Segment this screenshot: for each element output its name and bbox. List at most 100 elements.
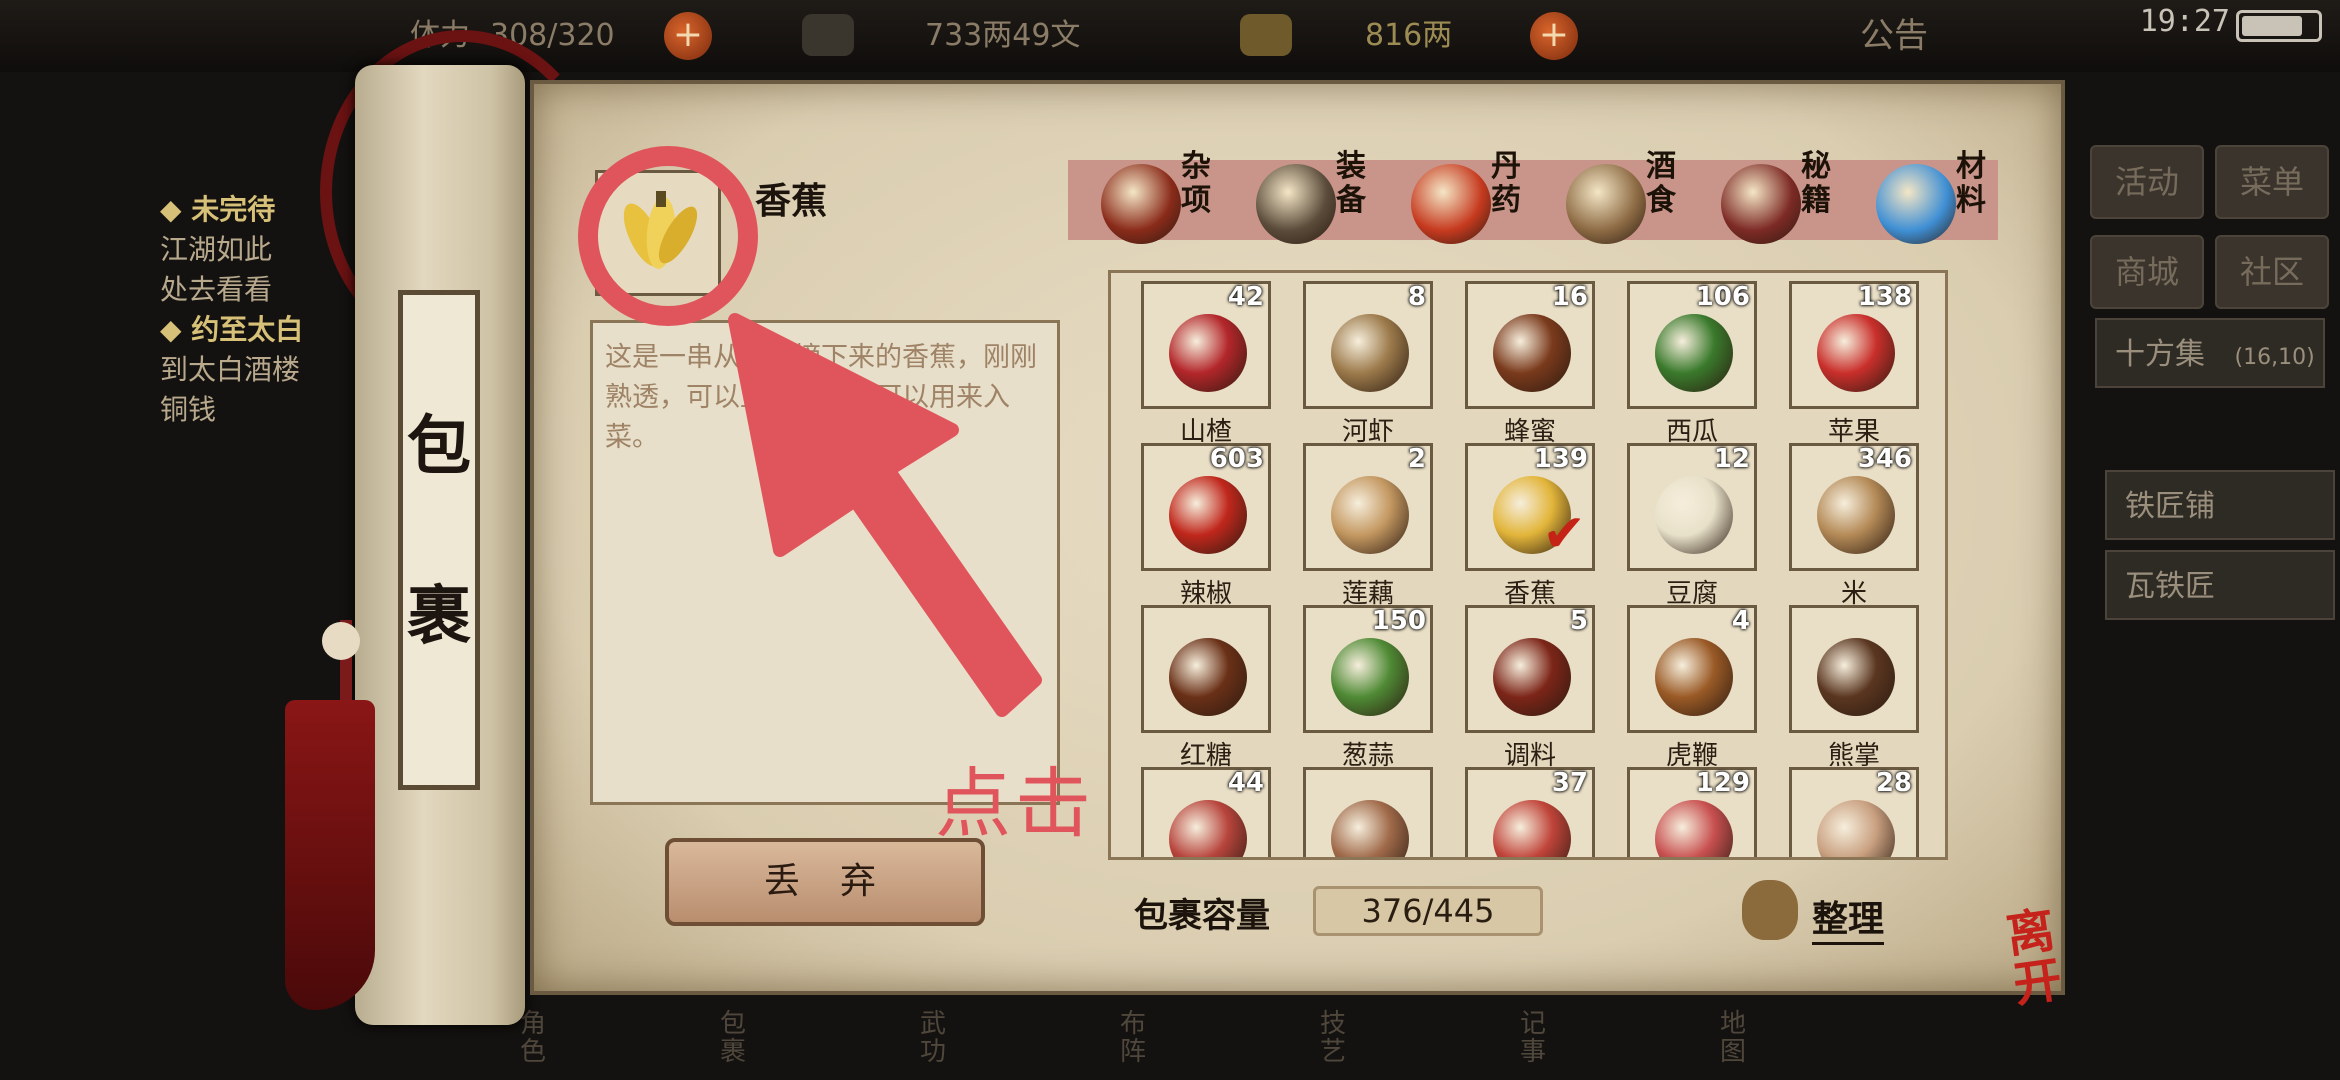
inventory-item[interactable]: 熊掌 (1789, 605, 1919, 771)
tab-category[interactable]: 材料 (1870, 150, 2030, 250)
gold-ingot-icon (1240, 14, 1292, 56)
clock: 19:27 (2139, 4, 2230, 39)
item-icon (1655, 638, 1733, 716)
item-count: 8 (1407, 282, 1426, 312)
add-gold-button[interactable]: + (1530, 12, 1578, 60)
inventory-item[interactable]: 37 (1465, 767, 1595, 857)
inventory-item[interactable]: 红糖 (1141, 605, 1271, 771)
inventory-item[interactable]: 4 虎鞭 (1627, 605, 1757, 771)
selected-check-icon: ✔ (1542, 504, 1586, 564)
tab-category-icon (1411, 164, 1491, 244)
inventory-item[interactable]: 603 辣椒 (1141, 443, 1271, 609)
sort-button[interactable]: 整理 (1812, 890, 1885, 945)
item-count: 5 (1569, 606, 1588, 636)
notice-button[interactable]: 公告 (1860, 12, 1928, 60)
inventory-item[interactable]: 2 莲藕 (1303, 443, 1433, 609)
item-count: 28 (1875, 768, 1912, 798)
shop-button[interactable]: 商城 (2090, 235, 2204, 309)
tab-category[interactable]: 秘籍 (1715, 150, 1875, 250)
item-slot: 8 (1303, 281, 1433, 409)
item-icon (1331, 314, 1409, 392)
item-count: 603 (1209, 444, 1264, 474)
tab-category-icon (1566, 164, 1646, 244)
nav-skills[interactable]: 技艺 (1320, 1010, 1360, 1066)
tab-category-label: 杂项 (1181, 149, 1211, 218)
item-icon (1655, 476, 1733, 554)
item-icon (1493, 314, 1571, 392)
inventory-item[interactable]: 44 (1141, 767, 1271, 857)
inventory-item[interactable]: 8 河虾 (1303, 281, 1433, 447)
money-bag-icon[interactable] (1742, 880, 1798, 940)
nav-role[interactable]: 角色 (520, 1010, 560, 1066)
item-icon (1493, 800, 1571, 857)
inventory-item[interactable]: 106 西瓜 (1627, 281, 1757, 447)
top-status-bar: 体力 308/320 + 733两49文 816两 + 公告 19:27 (0, 0, 2340, 72)
scroll-title: 包 裹 (398, 290, 480, 790)
inventory-item[interactable]: 346 米 (1789, 443, 1919, 609)
tab-category[interactable]: 酒食 (1560, 150, 1720, 250)
location-name: 十方集 (2115, 337, 2205, 372)
capacity-label: 包裹容量 (1134, 896, 1270, 936)
item-grid[interactable]: 42 山楂 8 河虾 16 蜂蜜 106 西瓜 138 苹果 603 辣椒 2 莲藕 139 ✔ 香蕉 12 豆腐 3… (1108, 270, 1948, 860)
item-icon (1655, 800, 1733, 857)
menu-button[interactable]: 菜单 (2215, 145, 2329, 219)
item-icon (1817, 800, 1895, 857)
tap-hint: 点击 (935, 759, 1095, 848)
add-stamina-button[interactable]: + (664, 12, 712, 60)
item-slot: 4 (1627, 605, 1757, 733)
blacksmith-npc-button[interactable]: 瓦铁匠 (2105, 550, 2335, 620)
item-slot: 12 (1627, 443, 1757, 571)
tab-category-label: 材料 (1956, 149, 1986, 218)
coins-icon (802, 14, 854, 56)
nav-martial[interactable]: 武功 (920, 1010, 960, 1066)
tab-category[interactable]: 杂项 (1095, 150, 1255, 250)
item-slot: 346 (1789, 443, 1919, 571)
item-icon (1331, 800, 1409, 857)
tab-category-icon (1876, 164, 1956, 244)
item-icon (1169, 638, 1247, 716)
inventory-item[interactable]: 16 蜂蜜 (1465, 281, 1595, 447)
location-coords: (16,10) (2234, 345, 2315, 370)
item-icon (1169, 314, 1247, 392)
selected-item-name: 香蕉 (755, 181, 828, 222)
nav-formation[interactable]: 布阵 (1120, 1010, 1160, 1066)
item-icon (1493, 638, 1571, 716)
inventory-item[interactable]: 138 苹果 (1789, 281, 1919, 447)
blacksmith-shop-button[interactable]: 铁匠铺 (2105, 470, 2335, 540)
item-slot: 139 ✔ (1465, 443, 1595, 571)
tab-category[interactable]: 丹药 (1405, 150, 1565, 250)
leave-button[interactable]: 离开 (2003, 899, 2106, 1014)
item-slot: 16 (1465, 281, 1595, 409)
inventory-item[interactable]: 42 山楂 (1141, 281, 1271, 447)
bottom-nav: 角色 包裹 武功 布阵 技艺 记事 地图 (480, 1000, 2180, 1080)
tutorial-highlight-ring (578, 146, 758, 326)
inventory-item[interactable] (1303, 767, 1433, 857)
item-slot: 42 (1141, 281, 1271, 409)
activity-button[interactable]: 活动 (2090, 145, 2204, 219)
tab-category-label: 装备 (1336, 149, 1366, 218)
inventory-item[interactable]: 28 (1789, 767, 1919, 857)
inventory-item[interactable]: 139 ✔ 香蕉 (1465, 443, 1595, 609)
item-count: 42 (1227, 282, 1264, 312)
inventory-item[interactable]: 150 葱蒜 (1303, 605, 1433, 771)
tab-category[interactable]: 装备 (1250, 150, 1410, 250)
inventory-item[interactable]: 5 调料 (1465, 605, 1595, 771)
item-count: 139 (1533, 444, 1588, 474)
nav-bag[interactable]: 包裹 (720, 1010, 760, 1066)
inventory-item[interactable]: 129 (1627, 767, 1757, 857)
gold-value: 816两 (1365, 18, 1453, 53)
item-slot (1789, 605, 1919, 733)
nav-journal[interactable]: 记事 (1520, 1010, 1560, 1066)
item-icon (1331, 476, 1409, 554)
item-slot: 138 (1789, 281, 1919, 409)
nav-map[interactable]: 地图 (1720, 1010, 1760, 1066)
inventory-item[interactable]: 12 豆腐 (1627, 443, 1757, 609)
item-slot: 28 (1789, 767, 1919, 857)
item-slot: 603 (1141, 443, 1271, 571)
quest-text: 铜钱 (160, 393, 217, 426)
item-count: 150 (1371, 606, 1426, 636)
quest-title: ◆ 约至太白 (160, 313, 304, 346)
community-button[interactable]: 社区 (2215, 235, 2329, 309)
item-slot: 44 (1141, 767, 1271, 857)
item-count: 106 (1695, 282, 1750, 312)
